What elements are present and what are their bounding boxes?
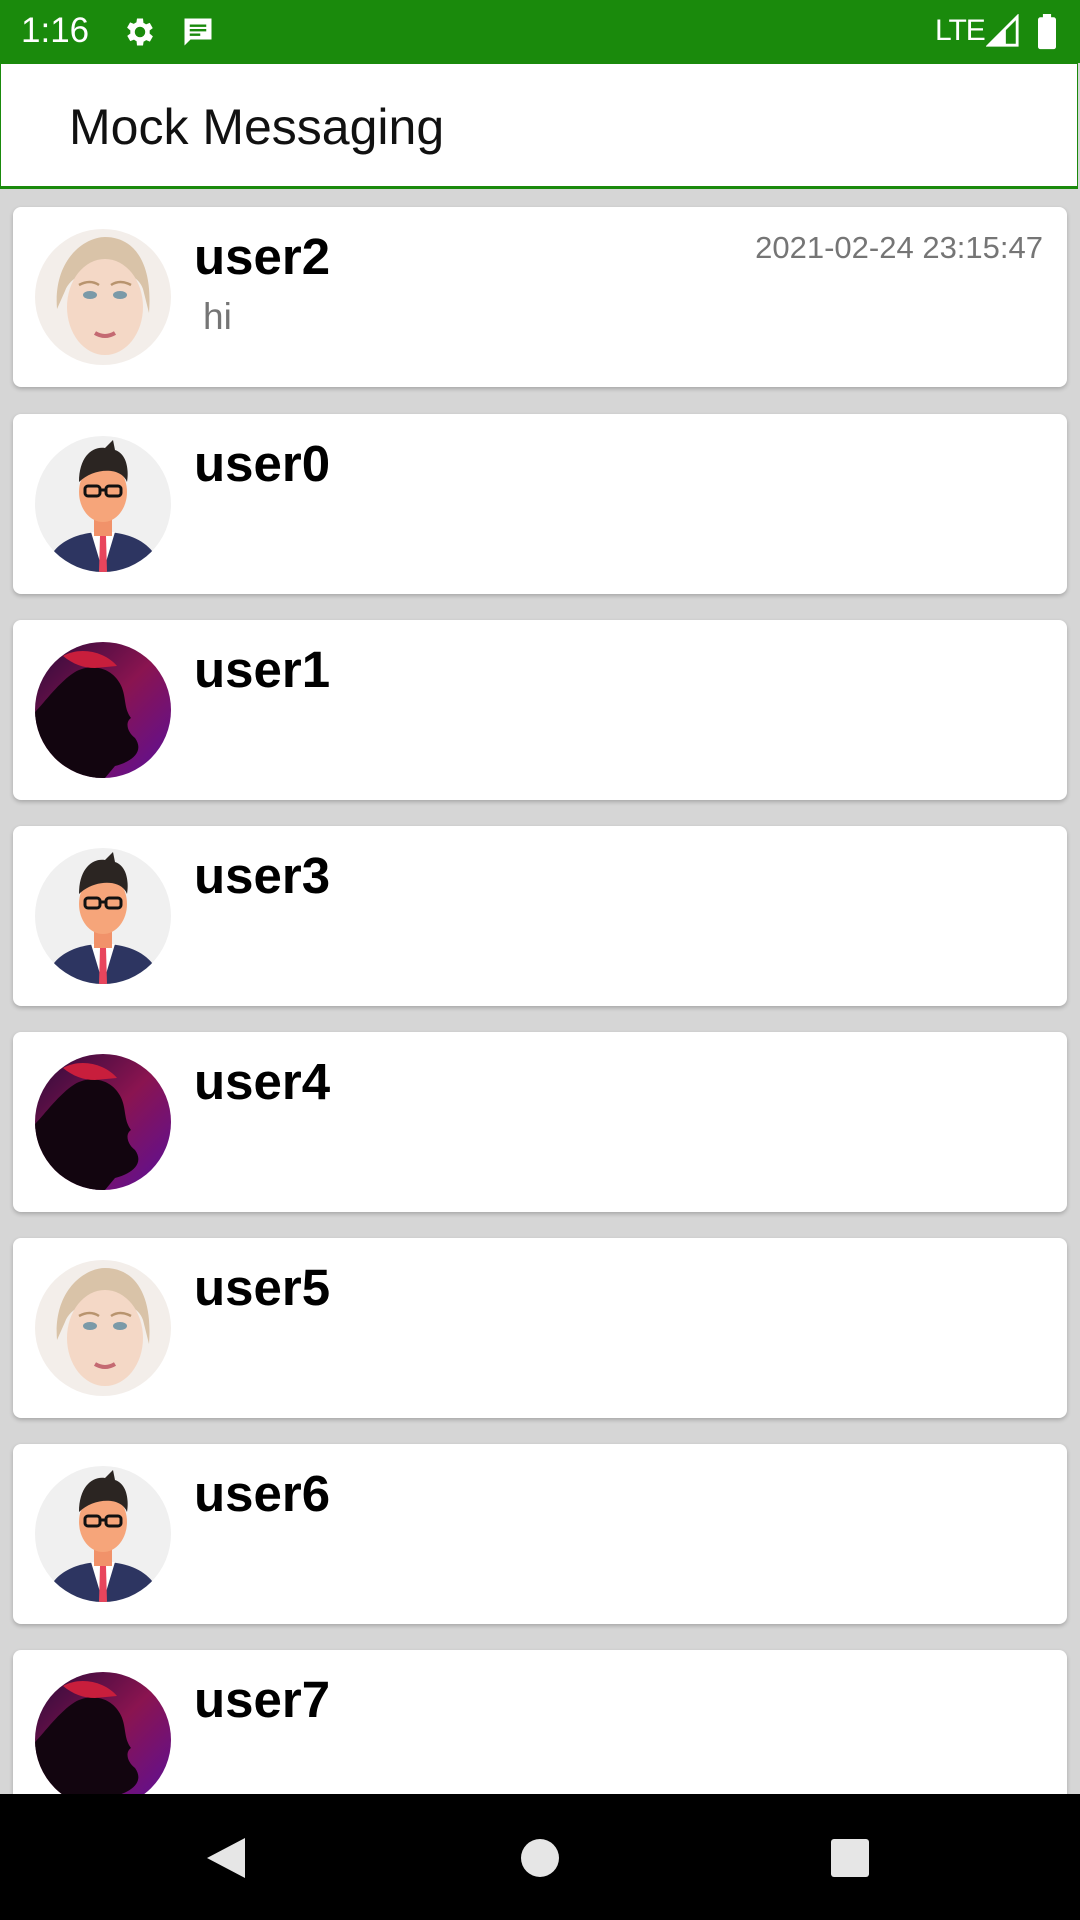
contact-name: user5 xyxy=(194,1259,331,1316)
settings-icon xyxy=(122,14,158,55)
network-type: LTE xyxy=(935,14,986,47)
contact-name: user4 xyxy=(194,1053,331,1110)
conversation-item-user0[interactable]: user0 xyxy=(13,414,1067,594)
message-icon xyxy=(180,14,216,55)
message-preview: hi xyxy=(203,296,232,337)
conversation-item-user5[interactable]: user5 xyxy=(13,1238,1067,1418)
app-bar: Mock Messaging xyxy=(0,63,1078,189)
contact-name: user0 xyxy=(194,435,331,492)
conversation-item-user7[interactable]: user7 xyxy=(13,1650,1067,1794)
girl-avatar xyxy=(35,229,171,365)
conversation-list[interactable]: user2 2021-02-24 23:15:47 hi user0 user1… xyxy=(0,190,1080,1794)
signal-icon xyxy=(985,13,1020,53)
status-bar: 1:16 LTE xyxy=(0,0,1080,63)
back-icon[interactable] xyxy=(195,1828,255,1888)
businessman-avatar xyxy=(35,1466,171,1602)
contact-name: user6 xyxy=(194,1465,331,1522)
contact-name: user2 xyxy=(194,228,331,285)
message-timestamp: 2021-02-24 23:15:47 xyxy=(755,230,1043,265)
businessman-avatar xyxy=(35,436,171,572)
status-time: 1:16 xyxy=(21,11,90,50)
app-title: Mock Messaging xyxy=(69,99,445,155)
girl-avatar xyxy=(35,1260,171,1396)
silhouette-avatar xyxy=(35,1672,171,1794)
contact-name: user3 xyxy=(194,847,331,904)
conversation-item-user1[interactable]: user1 xyxy=(13,620,1067,800)
conversation-item-user2[interactable]: user2 2021-02-24 23:15:47 hi xyxy=(13,207,1067,387)
conversation-item-user4[interactable]: user4 xyxy=(13,1032,1067,1212)
battery-icon xyxy=(1036,14,1058,55)
conversation-item-user6[interactable]: user6 xyxy=(13,1444,1067,1624)
businessman-avatar xyxy=(35,848,171,984)
navigation-bar xyxy=(0,1794,1080,1920)
conversation-item-user3[interactable]: user3 xyxy=(13,826,1067,1006)
home-icon[interactable] xyxy=(510,1828,570,1888)
silhouette-avatar xyxy=(35,642,171,778)
silhouette-avatar xyxy=(35,1054,171,1190)
recents-icon[interactable] xyxy=(820,1828,880,1888)
contact-name: user1 xyxy=(194,641,331,698)
contact-name: user7 xyxy=(194,1671,331,1728)
